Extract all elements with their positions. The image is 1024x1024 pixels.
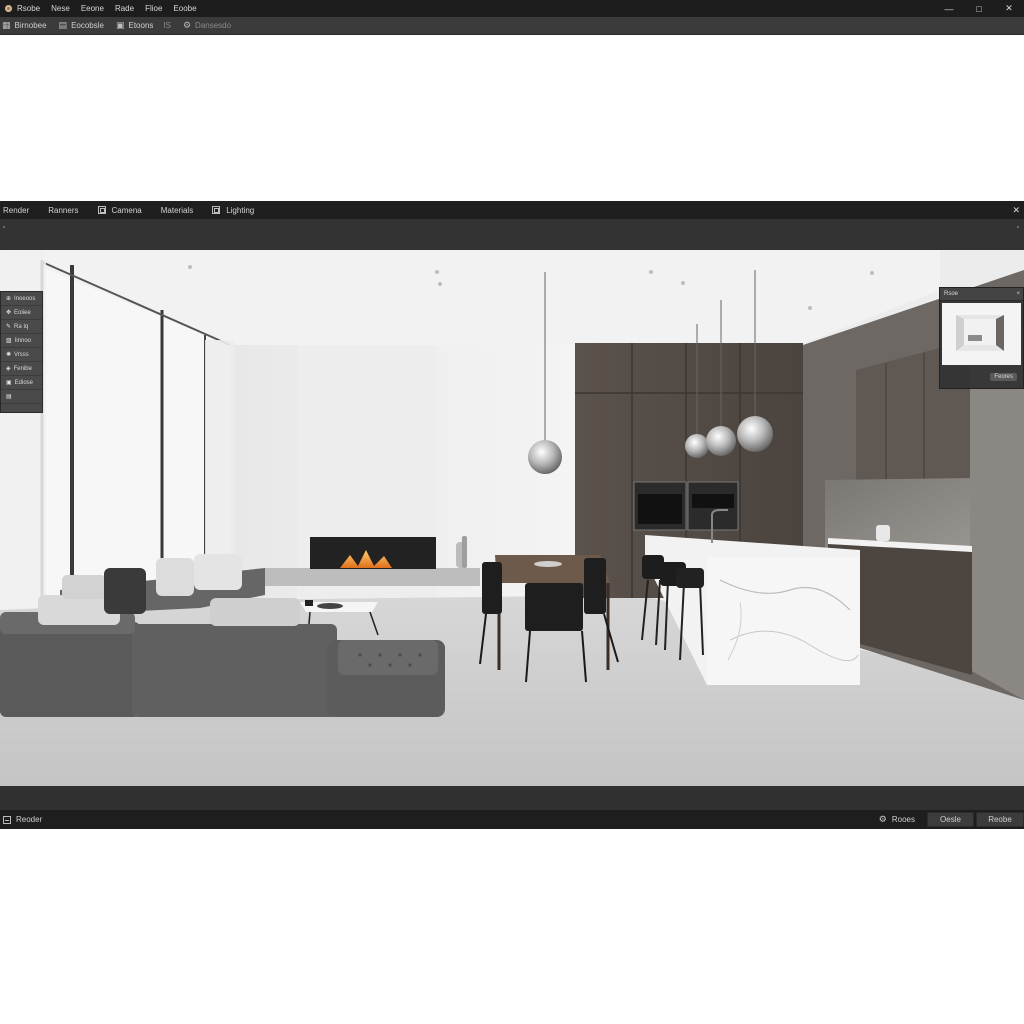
toolbar-item-label: Dansesdo	[195, 21, 232, 30]
toolbar-item-label: Birnobee	[14, 21, 47, 30]
render-viewport[interactable]: ⊕ Inoeoos ✥ Eoiiee ✎ Ra Iq ▨ Iinnoo ✺ Vr…	[0, 250, 1024, 786]
tab-camera[interactable]: Camena	[95, 206, 142, 215]
status-button-1[interactable]: Oesle	[927, 812, 974, 827]
tool-palette-item[interactable]: ▣ Ediose	[1, 376, 42, 390]
toolbar-item-4[interactable]: ⚙ Dansesdo	[181, 20, 231, 31]
tab-label: Materials	[160, 205, 194, 215]
panel-icon: ▣	[115, 20, 125, 30]
settings-icon: ⚙	[182, 20, 192, 30]
preview-panel-footer: Feores	[940, 366, 1023, 388]
tool-palette-item[interactable]: ◈ Fenibe	[1, 362, 42, 376]
preview-button[interactable]: Feores	[990, 373, 1017, 381]
camera-icon	[97, 206, 106, 214]
statusbar-actions: ⚙ Rooes Oesle Reobe	[879, 810, 1024, 829]
list-icon: ▤	[58, 20, 68, 30]
light-icon: ✺	[6, 352, 12, 358]
render-window-tabs: Render Ranners Camena Materials Lighting…	[0, 201, 1024, 219]
maximize-button[interactable]: □	[964, 0, 994, 17]
render-window-statusbar: Reoder ⚙ Rooes Oesle Reobe	[0, 810, 1024, 829]
toolbar-item-label: Eocobsle	[71, 21, 104, 30]
tool-palette-item[interactable]: ✥ Eoiiee	[1, 306, 42, 320]
lighting-icon	[212, 206, 221, 214]
status-button-2[interactable]: Reobe	[976, 812, 1024, 827]
minimize-button[interactable]: —	[934, 0, 964, 17]
app-toolbar: ▦ Birnobee ▤ Eocobsle ▣ Etoons IS ⚙ Dans…	[0, 17, 1024, 35]
tab-lighting[interactable]: Lighting	[209, 206, 254, 215]
menu-item-6[interactable]: Eoobe	[173, 4, 196, 13]
menu-item-4[interactable]: Rade	[115, 4, 134, 13]
tool-palette-label: Ediose	[14, 379, 34, 386]
preview-thumbnail-image	[942, 303, 1021, 365]
tool-palette-label: Fenibe	[13, 365, 32, 372]
render-tool-icon: ◈	[6, 366, 11, 372]
tab-ranners[interactable]: Ranners	[45, 206, 78, 215]
menu-item-1[interactable]: Rsobe	[17, 4, 40, 13]
tool-palette-label: Ra Iq	[14, 323, 29, 330]
tab-label: Ranners	[48, 205, 79, 215]
render-settings-icon[interactable]: ⚙	[879, 814, 887, 825]
render-window-close-icon[interactable]: ✕	[1012, 205, 1020, 216]
tool-palette-label: Iinnoo	[14, 337, 32, 344]
tool-palette-item[interactable]: ⊕ Inoeoos	[1, 292, 42, 306]
toolbar-item-label: Etoons	[128, 21, 154, 30]
tool-palette-item[interactable]: ▤	[1, 390, 42, 404]
subbar-marker	[3, 226, 5, 228]
toolbar-item-3[interactable]: ▣ Etoons	[114, 20, 153, 31]
tool-palette-label: Inoeoos	[14, 295, 36, 302]
menu-item-5[interactable]: Flioe	[145, 4, 162, 13]
statusbar-render-toggle[interactable]: Reoder	[0, 815, 42, 824]
tab-materials[interactable]: Materials	[158, 206, 193, 215]
close-button[interactable]: ✕	[994, 0, 1024, 17]
tool-palette-label: Vrsss	[14, 351, 29, 358]
toolbar-item-2[interactable]: ▤ Eocobsle	[57, 20, 104, 31]
subbar-marker	[1017, 226, 1019, 228]
tab-label: Camena	[111, 205, 142, 215]
toolbar-separator-label: IS	[163, 21, 171, 30]
move-icon: ✥	[6, 310, 12, 316]
app-logo-icon	[3, 4, 13, 14]
camera-tool-icon: ▣	[6, 380, 12, 386]
select-icon: ⊕	[6, 296, 12, 302]
menu-item-2[interactable]: Nese	[51, 4, 70, 13]
tool-palette-item[interactable]: ✎ Ra Iq	[1, 320, 42, 334]
image-icon: ▨	[6, 338, 12, 344]
tool-palette-item[interactable]: ✺ Vrsss	[1, 348, 42, 362]
preview-panel-close-icon[interactable]: ×	[1016, 291, 1020, 297]
tab-label: Render	[3, 205, 30, 215]
app-menubar: Rsobe Nese Eeone Rade Flioe Eoobe — □ ✕	[0, 0, 1024, 17]
toolbar-item-1[interactable]: ▦ Birnobee	[0, 20, 47, 31]
grid-icon: ▦	[2, 20, 11, 30]
preview-panel: Rsoe × Feores	[939, 287, 1024, 389]
tab-render[interactable]: Render	[0, 206, 29, 215]
tool-palette-label: Eoiiee	[14, 309, 31, 316]
render-window-bottom-bar	[0, 786, 1024, 810]
pen-icon: ✎	[6, 324, 12, 330]
tab-label: Lighting	[226, 205, 255, 215]
layers-icon: ▤	[6, 394, 12, 400]
tool-palette-item[interactable]: ▨ Iinnoo	[1, 334, 42, 348]
statusbar-right-label[interactable]: Rooes	[892, 815, 915, 824]
window-controls: — □ ✕	[934, 0, 1024, 17]
render-window-subbar	[0, 219, 1024, 251]
preview-thumbnail[interactable]	[942, 303, 1021, 365]
menu-item-3[interactable]: Eeone	[81, 4, 104, 13]
render-queue-icon	[3, 815, 11, 824]
render-window: Render Ranners Camena Materials Lighting…	[0, 201, 1024, 829]
preview-panel-title: Rsoe	[944, 291, 959, 297]
tool-palette: ⊕ Inoeoos ✥ Eoiiee ✎ Ra Iq ▨ Iinnoo ✺ Vr…	[0, 291, 43, 413]
rendered-interior-image	[0, 250, 1024, 786]
statusbar-left-label: Reoder	[16, 815, 43, 824]
preview-panel-header: Rsoe ×	[940, 288, 1023, 301]
